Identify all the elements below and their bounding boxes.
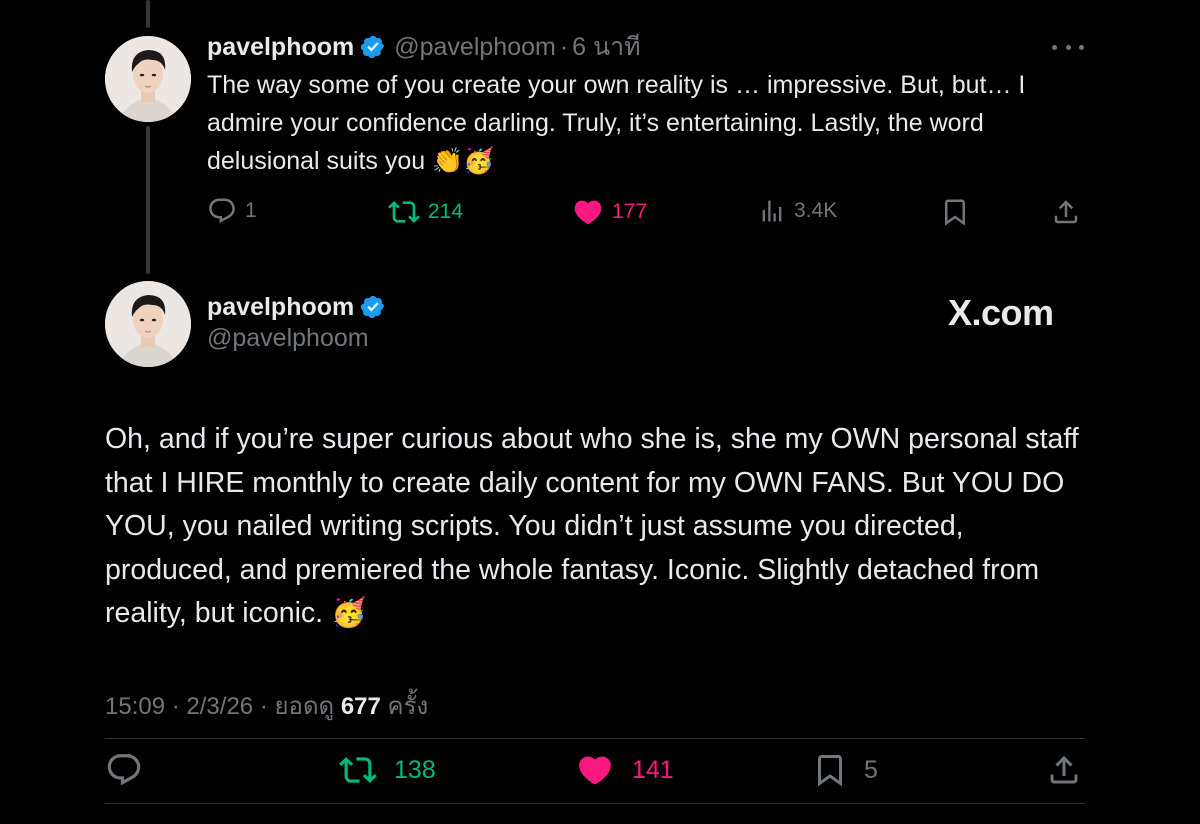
verified-badge-icon	[360, 34, 386, 60]
views-count: 3.4K	[794, 199, 838, 222]
main-text: Oh, and if you’re super curious about wh…	[105, 423, 1079, 629]
reply-icon	[209, 198, 235, 224]
bookmark-icon	[818, 755, 842, 787]
main-name-row: pavelphoom	[207, 289, 386, 325]
reply-action-views[interactable]: 3.4K	[758, 196, 837, 226]
reply-action-bookmark[interactable]	[940, 196, 970, 228]
reply-action-like[interactable]: 177	[572, 196, 647, 228]
main-action-like[interactable]: 141	[574, 751, 674, 789]
repost-icon	[388, 201, 420, 223]
post-date[interactable]: 2/3/26	[186, 693, 253, 720]
main-action-share[interactable]	[1046, 751, 1082, 789]
reply-icon	[107, 754, 141, 786]
separator-dot: ·	[559, 32, 569, 61]
main-handle[interactable]: @pavelphoom	[207, 324, 369, 353]
post-time[interactable]: 15:09	[105, 693, 165, 720]
reply-display-name[interactable]: pavelphoom	[207, 33, 354, 62]
avatar-image	[105, 36, 191, 122]
share-icon	[1054, 200, 1078, 224]
main-bookmark-count: 5	[864, 755, 878, 784]
reply-text: The way some of you create your own real…	[207, 71, 1026, 175]
views-suffix: ครั้ง	[387, 693, 429, 720]
more-options-icon[interactable]	[1052, 33, 1084, 61]
main-display-name[interactable]: pavelphoom	[207, 293, 354, 322]
like-count: 177	[612, 200, 648, 223]
repost-icon	[339, 757, 377, 783]
main-repost-count: 138	[394, 755, 436, 784]
reply-header: pavelphoom @pavelphoom · 6 นาที	[207, 29, 641, 65]
avatar-image	[105, 281, 191, 367]
reply-action-repost[interactable]: 214	[388, 196, 463, 228]
heart-icon	[579, 756, 611, 785]
thread-line	[146, 126, 150, 274]
reply-count: 1	[245, 199, 257, 222]
share-icon	[1050, 755, 1078, 784]
main-action-repost[interactable]: 138	[338, 751, 436, 789]
meta-separator: ·	[171, 693, 187, 720]
xcom-watermark: X.com	[948, 292, 1054, 333]
main-action-reply[interactable]	[105, 751, 143, 789]
verified-badge-icon	[360, 294, 386, 320]
bookmark-icon	[945, 199, 965, 226]
divider	[105, 738, 1085, 739]
views-total: 677	[340, 693, 381, 720]
repost-count: 214	[428, 200, 464, 223]
main-like-count: 141	[632, 755, 674, 784]
divider	[105, 803, 1085, 804]
meta-separator: ·	[259, 693, 275, 720]
reply-avatar[interactable]	[105, 36, 191, 122]
main-action-bookmark[interactable]: 5	[812, 751, 878, 789]
main-avatar[interactable]	[105, 281, 191, 367]
views-label: ยอดดู	[274, 693, 335, 720]
reply-action-reply[interactable]: 1	[207, 196, 257, 226]
reply-handle[interactable]: @pavelphoom	[394, 33, 556, 62]
post-meta: 15:09 · 2/3/26 · ยอดดู 677 ครั้ง	[105, 686, 428, 725]
thread-line-top	[146, 0, 150, 28]
views-chart-icon	[762, 200, 782, 222]
reply-action-share[interactable]	[1051, 196, 1081, 228]
reply-time[interactable]: 6 นาที	[572, 27, 640, 67]
heart-icon	[574, 200, 602, 225]
